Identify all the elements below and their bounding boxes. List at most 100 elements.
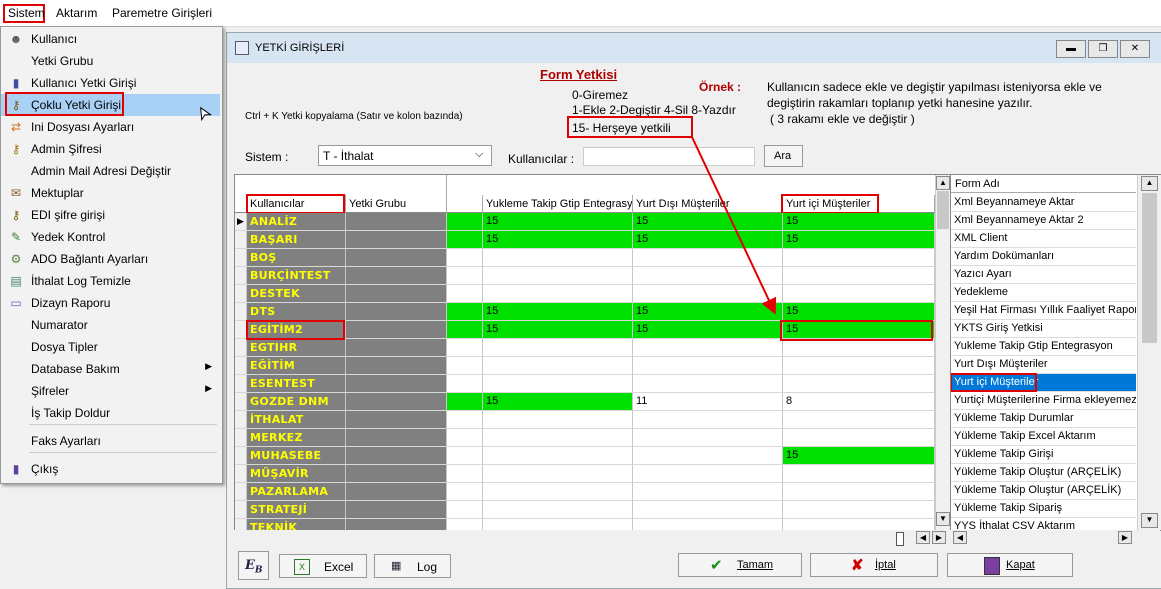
menu-item-10[interactable]: ✎ Yedek Kontrol xyxy=(1,226,220,248)
permission-value-cell[interactable] xyxy=(483,357,633,375)
minimize-button[interactable]: ▬ xyxy=(1056,40,1086,58)
permission-value-cell[interactable] xyxy=(633,411,783,429)
menu-aktarim[interactable]: Aktarım xyxy=(56,6,97,20)
row-indicator[interactable] xyxy=(235,465,247,483)
form-list-item[interactable]: Yükleme Takip Oluştur (ARÇELİK) xyxy=(951,464,1136,482)
close-button[interactable]: ✕ xyxy=(1120,40,1150,58)
iptal-button[interactable]: ✘ İptal xyxy=(810,553,938,577)
row-indicator[interactable] xyxy=(235,447,247,465)
permission-value-cell[interactable] xyxy=(633,519,783,530)
table-row[interactable]: TEKNİK xyxy=(235,519,935,530)
form-scroll-left-button[interactable]: ◀ xyxy=(953,531,967,544)
yetki-grubu-cell[interactable] xyxy=(346,501,447,519)
form-list-item[interactable]: XML Client xyxy=(951,230,1136,248)
user-cell[interactable]: MÜŞAVİR xyxy=(247,465,346,483)
spacer-cell[interactable] xyxy=(447,249,483,267)
user-cell[interactable]: EGTIHR xyxy=(247,339,346,357)
menu-sistem[interactable]: Sistem xyxy=(8,6,45,20)
form-list-item[interactable]: YYS İthalat CSV Aktarım xyxy=(951,518,1136,530)
form-list-item[interactable]: Yedekleme xyxy=(951,284,1136,302)
permission-value-cell[interactable] xyxy=(633,285,783,303)
scroll-left-button[interactable]: ◀ xyxy=(916,531,930,544)
form-scroll-up-button[interactable]: ▲ xyxy=(1141,176,1158,191)
form-list-item[interactable]: YKTS Giriş Yetkisi xyxy=(951,320,1136,338)
permission-value-cell[interactable] xyxy=(483,249,633,267)
row-indicator[interactable] xyxy=(235,267,247,285)
menu-item-8[interactable]: ✉ Mektuplar xyxy=(1,182,220,204)
yetki-grubu-cell[interactable] xyxy=(346,483,447,501)
user-cell[interactable]: PAZARLAMA xyxy=(247,483,346,501)
permission-value-cell[interactable] xyxy=(633,501,783,519)
row-indicator[interactable] xyxy=(235,357,247,375)
table-row[interactable]: İTHALAT xyxy=(235,411,935,429)
yetki-grubu-cell[interactable] xyxy=(346,303,447,321)
table-row[interactable]: ▶ ANALİZ 15 15 15 xyxy=(235,213,935,231)
permission-value-cell[interactable] xyxy=(783,483,935,501)
permission-value-cell[interactable] xyxy=(783,249,935,267)
grid-vertical-scrollbar[interactable]: ▲ ▼ xyxy=(935,175,951,530)
spacer-cell[interactable] xyxy=(447,213,483,231)
form-list-item[interactable]: Xml Beyannameye Aktar 2 xyxy=(951,212,1136,230)
permission-value-cell[interactable]: 8 xyxy=(783,393,935,411)
spacer-cell[interactable] xyxy=(447,303,483,321)
scroll-thumb[interactable] xyxy=(937,191,949,229)
menu-item-1[interactable]: ☻ Kullanıcı xyxy=(1,28,220,50)
row-indicator[interactable] xyxy=(235,303,247,321)
permission-value-cell[interactable] xyxy=(483,339,633,357)
table-row[interactable]: BOŞ xyxy=(235,249,935,267)
maximize-button[interactable]: ❐ xyxy=(1088,40,1118,58)
spacer-cell[interactable] xyxy=(447,231,483,249)
yetki-grubu-cell[interactable] xyxy=(346,393,447,411)
spacer-cell[interactable] xyxy=(447,447,483,465)
permission-value-cell[interactable]: 15 xyxy=(483,393,633,411)
menu-item-15[interactable]: Dosya Tipler xyxy=(1,336,220,358)
spacer-cell[interactable] xyxy=(447,501,483,519)
yetki-grubu-cell[interactable] xyxy=(346,411,447,429)
form-list-item[interactable]: Yardım Dokümanları xyxy=(951,248,1136,266)
permission-grid[interactable]: Kullanıcılar Yetki Grubu Yukleme Takip G… xyxy=(234,174,952,531)
yetki-grubu-cell[interactable] xyxy=(346,231,447,249)
form-list-item[interactable]: Yükleme Takip Sipariş xyxy=(951,500,1136,518)
yetki-grubu-cell[interactable] xyxy=(346,249,447,267)
yetki-grubu-cell[interactable] xyxy=(346,357,447,375)
permission-value-cell[interactable] xyxy=(483,429,633,447)
permission-value-cell[interactable] xyxy=(783,267,935,285)
form-horizontal-scrollbar[interactable]: ◀ ▶ xyxy=(950,530,1160,545)
permission-value-cell[interactable] xyxy=(783,339,935,357)
grid-horizontal-scrollbar[interactable]: ◀ ▶ xyxy=(234,530,950,546)
spacer-cell[interactable] xyxy=(447,483,483,501)
spacer-cell[interactable] xyxy=(447,267,483,285)
permission-value-cell[interactable] xyxy=(483,375,633,393)
permission-value-cell[interactable]: 15 xyxy=(783,213,935,231)
user-cell[interactable]: STRATEJİ xyxy=(247,501,346,519)
permission-value-cell[interactable]: 11 xyxy=(633,393,783,411)
table-row[interactable]: MUHASEBE 15 xyxy=(235,447,935,465)
permission-value-cell[interactable] xyxy=(483,447,633,465)
form-list-item[interactable]: Yükleme Takip Girişi xyxy=(951,446,1136,464)
table-row[interactable]: MERKEZ xyxy=(235,429,935,447)
h-scroll-thumb[interactable] xyxy=(896,532,904,546)
menu-item-7[interactable]: Admin Mail Adresi Değiştir xyxy=(1,160,220,182)
header-yurt-disi[interactable]: Yurt Dışı Müşteriler xyxy=(633,195,783,213)
menu-item-2[interactable]: Yetki Grubu xyxy=(1,50,220,72)
tamam-button[interactable]: ✔ Tamam xyxy=(678,553,802,577)
row-indicator[interactable] xyxy=(235,249,247,267)
permission-value-cell[interactable] xyxy=(483,501,633,519)
kullanicilar-search-input[interactable] xyxy=(583,147,755,166)
permission-value-cell[interactable] xyxy=(483,267,633,285)
permission-value-cell[interactable]: 15 xyxy=(633,321,783,339)
menu-item-5[interactable]: ⇄ Ini Dosyası Ayarları xyxy=(1,116,220,138)
permission-value-cell[interactable] xyxy=(633,465,783,483)
permission-value-cell[interactable]: 15 xyxy=(633,231,783,249)
menu-item-6[interactable]: ⚷ Admin Şifresi xyxy=(1,138,220,160)
permission-value-cell[interactable] xyxy=(483,483,633,501)
yetki-grubu-cell[interactable] xyxy=(346,339,447,357)
menu-item-12[interactable]: ▤ İthalat Log Temizle xyxy=(1,270,220,292)
table-row[interactable]: BURÇİNTEST xyxy=(235,267,935,285)
permission-value-cell[interactable] xyxy=(783,357,935,375)
permission-value-cell[interactable]: 15 xyxy=(783,231,935,249)
menu-item-3[interactable]: ▮ Kullanıcı Yetki Girişi xyxy=(1,72,220,94)
permission-value-cell[interactable] xyxy=(483,465,633,483)
spacer-cell[interactable] xyxy=(447,285,483,303)
spacer-cell[interactable] xyxy=(447,339,483,357)
